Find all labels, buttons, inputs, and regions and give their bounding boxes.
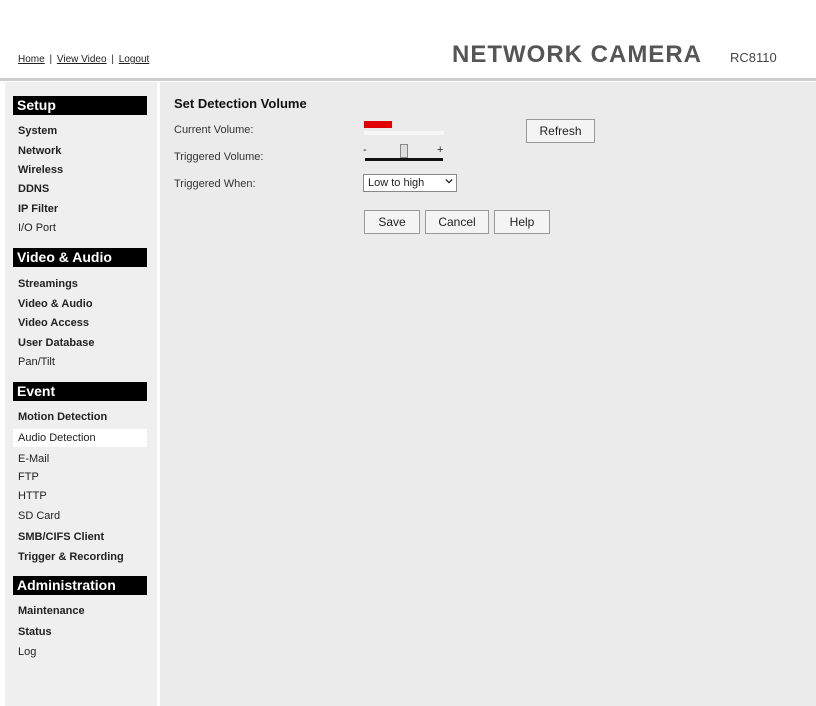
- top-nav-links: Home | View Video | Logout: [18, 54, 149, 65]
- section-video-audio: Video & Audio: [13, 248, 147, 267]
- current-volume-track: [364, 131, 444, 135]
- model-name: RC8110: [730, 50, 777, 65]
- sidebar-item-video-access[interactable]: Video Access: [18, 317, 89, 329]
- sidebar-item-wireless[interactable]: Wireless: [18, 164, 63, 176]
- sidebar-item-sd-card[interactable]: SD Card: [18, 510, 60, 522]
- sidebar-item-http[interactable]: HTTP: [18, 490, 47, 502]
- cancel-button[interactable]: Cancel: [425, 210, 489, 234]
- help-button[interactable]: Help: [494, 210, 550, 234]
- slider-plus[interactable]: +: [437, 144, 443, 156]
- sidebar-item-user-database[interactable]: User Database: [18, 337, 94, 349]
- triggered-when-select[interactable]: Low to high: [363, 174, 457, 192]
- sidebar-item-log[interactable]: Log: [18, 646, 36, 658]
- save-button[interactable]: Save: [364, 210, 420, 234]
- sidebar-item-ddns[interactable]: DDNS: [18, 183, 49, 195]
- sidebar-item-maintenance[interactable]: Maintenance: [18, 605, 85, 617]
- sidebar-item-status[interactable]: Status: [18, 626, 52, 638]
- triggered-when-label: Triggered When:: [174, 178, 256, 190]
- refresh-button[interactable]: Refresh: [526, 119, 595, 143]
- sidebar-item-streamings[interactable]: Streamings: [18, 278, 78, 290]
- header: Home | View Video | Logout NETWORK CAMER…: [0, 0, 816, 78]
- slider-minus[interactable]: -: [363, 144, 367, 156]
- sidebar-item-email[interactable]: E-Mail: [18, 453, 49, 465]
- main-content: [160, 82, 816, 706]
- sidebar-item-io-port[interactable]: I/O Port: [18, 222, 56, 234]
- section-event: Event: [13, 382, 147, 401]
- sidebar-item-video-audio[interactable]: Video & Audio: [18, 298, 93, 310]
- logout-link[interactable]: Logout: [119, 54, 150, 65]
- link-separator: |: [49, 54, 53, 65]
- brand-title: NETWORK CAMERA: [452, 41, 702, 68]
- sidebar-item-ip-filter[interactable]: IP Filter: [18, 203, 58, 215]
- slider-track[interactable]: [365, 158, 443, 161]
- current-volume-indicator: [364, 121, 392, 128]
- sidebar-item-audio-detection[interactable]: Audio Detection: [13, 429, 147, 447]
- sidebar-item-motion-detection[interactable]: Motion Detection: [18, 411, 107, 423]
- slider-thumb[interactable]: [400, 144, 408, 158]
- home-link[interactable]: Home: [18, 54, 45, 65]
- sidebar-item-network[interactable]: Network: [18, 145, 61, 157]
- current-volume-label: Current Volume:: [174, 124, 254, 136]
- triggered-volume-slider[interactable]: - +: [363, 142, 447, 164]
- page-title: Set Detection Volume: [174, 96, 307, 111]
- view-video-link[interactable]: View Video: [57, 54, 107, 65]
- chevron-down-icon: [445, 178, 453, 184]
- section-administration: Administration: [13, 576, 147, 595]
- sidebar-item-system[interactable]: System: [18, 125, 57, 137]
- triggered-volume-label: Triggered Volume:: [174, 151, 264, 163]
- sidebar-item-ftp[interactable]: FTP: [18, 471, 39, 483]
- sidebar-item-pan-tilt[interactable]: Pan/Tilt: [18, 356, 55, 368]
- section-setup: Setup: [13, 96, 147, 115]
- sidebar-item-smb-cifs-client[interactable]: SMB/CIFS Client: [18, 531, 104, 543]
- link-separator: |: [111, 54, 114, 65]
- header-divider: [0, 78, 816, 81]
- sidebar-item-trigger-recording[interactable]: Trigger & Recording: [18, 551, 124, 563]
- triggered-when-value: Low to high: [368, 177, 425, 189]
